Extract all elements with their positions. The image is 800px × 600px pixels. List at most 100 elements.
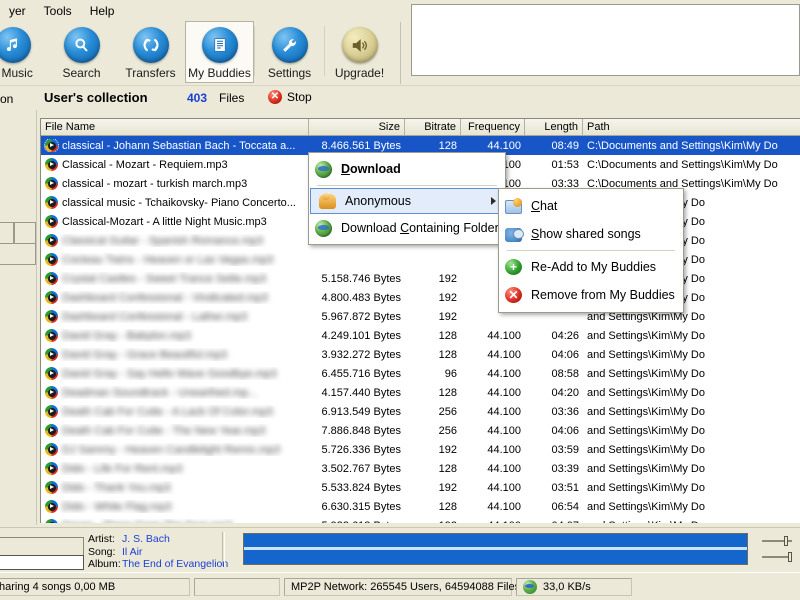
files-label: Files xyxy=(219,91,244,105)
menu-bar: yer Tools Help xyxy=(0,0,400,21)
context-menu-label: Download Containing Folder xyxy=(341,221,499,235)
slider-knob[interactable] xyxy=(784,536,788,546)
table-row[interactable]: Death Cab For Cutie - A Lack Of Color.mp… xyxy=(41,402,800,421)
cell-path: and Settings\Kim\My Do xyxy=(583,368,800,380)
album-value[interactable]: The End of Evangelion xyxy=(122,558,228,570)
left-tab-2[interactable] xyxy=(14,222,36,244)
cell-file-name: Dashboard Confessional - Vindicated.mp3 xyxy=(41,291,309,304)
cell-bitrate: 192 xyxy=(405,273,461,285)
cell-path: and Settings\Kim\My Do xyxy=(583,425,800,437)
file-name-text: Deadman Soundtrack - Unearthed.mp... xyxy=(62,387,257,399)
table-row[interactable]: David Gray - Grace Beautiful.mp33.932.27… xyxy=(41,345,800,364)
cell-size: 5.933.618 Bytes xyxy=(309,520,405,524)
media-player-icon xyxy=(45,443,58,456)
file-name-text: Classical Guitar - Spanish Romance.mp3 xyxy=(62,235,263,247)
media-player-icon xyxy=(45,234,58,247)
column-header-frequency[interactable]: Frequency xyxy=(461,119,525,135)
cell-size: 7.886.848 Bytes xyxy=(309,425,405,437)
table-row[interactable]: Deadman Soundtrack - Unearthed.mp...4.15… xyxy=(41,383,800,402)
table-row[interactable]: DJ Sammy - Heaven Candlelight Remix.mp35… xyxy=(41,440,800,459)
left-panel-tabs[interactable] xyxy=(0,222,36,244)
file-name-text: classical - Johann Sebastian Bach - Tocc… xyxy=(62,140,295,152)
player-progress-field[interactable] xyxy=(0,555,84,570)
slider-knob[interactable] xyxy=(788,552,792,562)
file-name-text: classical - mozart - turkish march.mp3 xyxy=(62,178,247,190)
column-header-path[interactable]: Path xyxy=(583,119,800,135)
toolbar-label: y Music xyxy=(0,66,33,80)
media-player-icon xyxy=(45,424,58,437)
cell-file-name: classical - Johann Sebastian Bach - Tocc… xyxy=(41,139,309,152)
context-menu-item-download[interactable]: DDownloadownload xyxy=(309,155,505,183)
menu-item-player[interactable]: yer xyxy=(0,1,35,21)
menu-item-help[interactable]: Help xyxy=(81,1,124,21)
cell-frequency: 44.100 xyxy=(461,520,525,524)
cell-size: 3.502.767 Bytes xyxy=(309,463,405,475)
table-row[interactable]: Dido - Life For Rent.mp33.502.767 Bytes1… xyxy=(41,459,800,478)
table-row[interactable]: Doves - There Goes The Fear.mp35.933.618… xyxy=(41,516,800,523)
table-row[interactable]: Crystal Castles - Sweet Trance Sette.mp3… xyxy=(41,269,800,288)
toolbar-button-upgrade[interactable]: Upgrade! xyxy=(325,21,394,83)
submenu-item-show-shared-songs[interactable]: Show shared songs xyxy=(499,220,683,248)
cell-length: 08:58 xyxy=(525,368,583,380)
collection-tab-label[interactable]: ction xyxy=(0,92,13,106)
menu-item-tools[interactable]: Tools xyxy=(35,1,81,21)
artist-label: Artist: xyxy=(88,533,122,546)
plus-circle-icon: + xyxy=(505,259,522,275)
toolbar-label: Transfers xyxy=(125,66,175,80)
balance-slider[interactable] xyxy=(762,552,798,562)
table-row[interactable]: David Gray - Babylon.mp34.249.101 Bytes1… xyxy=(41,326,800,345)
media-player-icon xyxy=(45,481,58,494)
player-visualizer[interactable] xyxy=(243,533,748,565)
cell-path: and Settings\Kim\My Do xyxy=(583,463,800,475)
submenu-item-remove-from-my-buddies[interactable]: ✕ Remove from My Buddies xyxy=(499,281,683,309)
stop-button[interactable]: ✕ Stop xyxy=(268,90,312,104)
context-menu-item-anonymous[interactable]: Anonymous xyxy=(310,188,504,214)
left-panel-body xyxy=(0,243,36,265)
column-header-bitrate[interactable]: Bitrate xyxy=(405,119,461,135)
context-menu[interactable]: DDownloadownload Anonymous Download Cont… xyxy=(308,152,506,245)
volume-slider[interactable] xyxy=(762,536,798,546)
table-row[interactable]: Cocteau Twins - Heaven or Las Vegas.mp3a… xyxy=(41,250,800,269)
context-menu-item-download-containing-folder[interactable]: Download Containing Folder xyxy=(309,214,505,242)
media-player-icon xyxy=(45,253,58,266)
left-side-panel xyxy=(0,110,36,525)
x-circle-icon: ✕ xyxy=(505,287,522,303)
stop-label: Stop xyxy=(287,90,312,104)
submenu-item-re-add-to-my-buddies[interactable]: + Re-Add to My Buddies xyxy=(499,253,683,281)
cell-file-name: Crystal Castles - Sweet Trance Sette.mp3 xyxy=(41,272,309,285)
context-submenu[interactable]: Chat Show shared songs + Re-Add to My Bu… xyxy=(498,188,684,313)
left-tab-1[interactable] xyxy=(0,222,14,244)
cell-length: 08:49 xyxy=(525,140,583,152)
media-player-icon xyxy=(45,405,58,418)
toolbar-button-settings[interactable]: Settings xyxy=(255,21,324,83)
toolbar-button-my-music[interactable]: y Music xyxy=(0,21,47,83)
song-value[interactable]: Il Air xyxy=(122,546,142,558)
submenu-item-chat[interactable]: Chat xyxy=(499,192,683,220)
table-row[interactable]: Death Cab For Cutie - The New Year.mp37.… xyxy=(41,421,800,440)
column-header-file-name[interactable]: File Name xyxy=(41,119,309,135)
chevron-right-icon xyxy=(491,197,496,205)
column-header-length[interactable]: Length xyxy=(525,119,583,135)
column-header-size[interactable]: Size xyxy=(309,119,405,135)
table-row[interactable]: Dashboard Confessional - Vindicated.mp34… xyxy=(41,288,800,307)
cell-bitrate: 128 xyxy=(405,501,461,513)
cell-file-name: Deadman Soundtrack - Unearthed.mp... xyxy=(41,386,309,399)
right-empty-panel[interactable] xyxy=(411,4,800,76)
cell-file-name: Dashboard Confessional - Lather.mp3 xyxy=(41,310,309,323)
table-row[interactable]: Dido - Thank You.mp35.533.824 Bytes19244… xyxy=(41,478,800,497)
wrench-icon xyxy=(272,27,308,63)
cell-bitrate: 128 xyxy=(405,330,461,342)
cell-path: C:\Documents and Settings\Kim\My Do xyxy=(583,159,800,171)
toolbar-button-transfers[interactable]: Transfers xyxy=(116,21,185,83)
table-row[interactable]: Dido - White Flag.mp36.630.315 Bytes1284… xyxy=(41,497,800,516)
table-row[interactable]: David Gray - Say Hello Wave Goodbye.mp36… xyxy=(41,364,800,383)
toolbar-button-my-buddies[interactable]: My Buddies xyxy=(185,21,254,83)
artist-value[interactable]: J. S. Bach xyxy=(122,533,170,545)
toolbar-button-search[interactable]: Search xyxy=(47,21,116,83)
table-row[interactable]: Dashboard Confessional - Lather.mp35.967… xyxy=(41,307,800,326)
cell-size: 6.630.315 Bytes xyxy=(309,501,405,513)
cell-file-name: Death Cab For Cutie - The New Year.mp3 xyxy=(41,424,309,437)
cell-file-name: Cocteau Twins - Heaven or Las Vegas.mp3 xyxy=(41,253,309,266)
cell-bitrate: 192 xyxy=(405,482,461,494)
cell-file-name: Death Cab For Cutie - A Lack Of Color.mp… xyxy=(41,405,309,418)
